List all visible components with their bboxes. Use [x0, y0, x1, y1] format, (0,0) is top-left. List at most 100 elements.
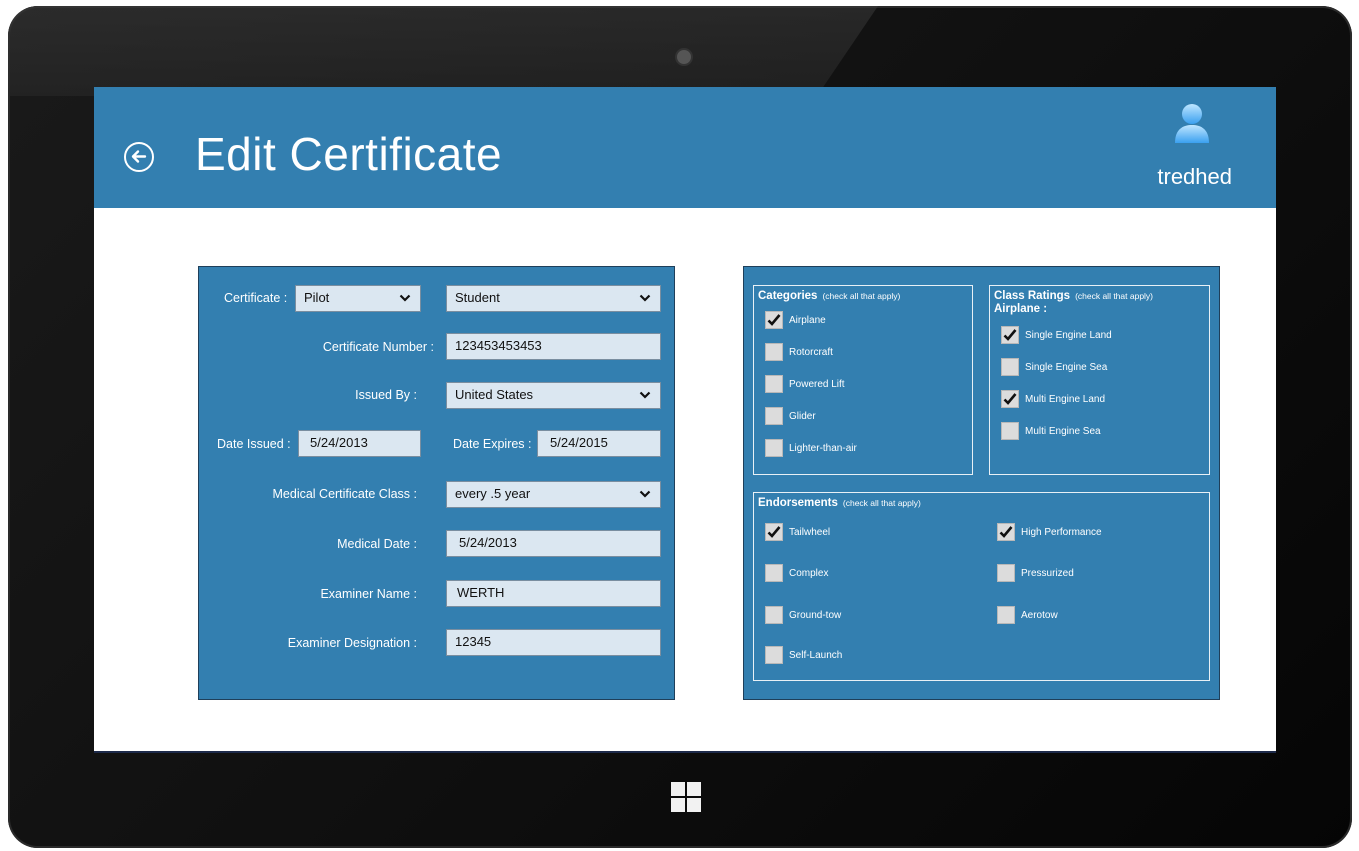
- medical-class-value: every .5 year: [455, 486, 531, 501]
- back-button[interactable]: [124, 142, 154, 172]
- checkbox-box[interactable]: [765, 523, 783, 541]
- checkbox-glider[interactable]: Glider: [765, 407, 816, 425]
- class-ratings-subtitle: Airplane :: [994, 303, 1048, 315]
- endorsements-hint: (check all that apply): [842, 498, 921, 508]
- checkbox-box[interactable]: [997, 564, 1015, 582]
- checkbox-label: Ground-tow: [789, 609, 842, 621]
- certificate-label: Certificate :: [224, 291, 288, 305]
- checkbox-box[interactable]: [1001, 390, 1019, 408]
- checkmark-icon: [1003, 329, 1017, 341]
- class-ratings-title-text: Class Ratings: [994, 290, 1071, 302]
- certificate-level-select[interactable]: Student: [446, 285, 661, 312]
- checkbox-box[interactable]: [997, 523, 1015, 541]
- screen-bottom-edge: [94, 751, 1276, 753]
- checkbox-label: Glider: [789, 410, 816, 422]
- endorsements-title-text: Endorsements: [758, 497, 838, 509]
- checkbox-airplane[interactable]: Airplane: [765, 311, 826, 329]
- back-arrow-icon: [131, 150, 147, 163]
- checkbox-label: Single Engine Land: [1025, 329, 1112, 341]
- checkbox-box[interactable]: [765, 407, 783, 425]
- checkbox-high-performance[interactable]: High Performance: [997, 523, 1102, 541]
- header-bar: Edit Certificate tredhed: [94, 87, 1276, 208]
- certificate-number-input[interactable]: 123453453453: [446, 333, 661, 360]
- certificate-form-panel: Certificate : Pilot Student Certificate …: [198, 266, 675, 700]
- class-ratings-title: Class Ratings (check all that apply): [994, 290, 1153, 302]
- checkbox-aerotow[interactable]: Aerotow: [997, 606, 1058, 624]
- checkmark-icon: [999, 526, 1013, 538]
- checkbox-pressurized[interactable]: Pressurized: [997, 564, 1074, 582]
- endorsements-group: Endorsements (check all that apply) Tailw…: [753, 492, 1210, 681]
- medical-class-select[interactable]: every .5 year: [446, 481, 661, 508]
- date-expires-label: Date Expires :: [453, 437, 532, 451]
- user-avatar-icon[interactable]: [1174, 103, 1210, 145]
- checkbox-box[interactable]: [997, 606, 1015, 624]
- class-ratings-group: Class Ratings (check all that apply) Airp…: [989, 285, 1210, 475]
- checkbox-single-engine-sea[interactable]: Single Engine Sea: [1001, 358, 1107, 376]
- issued-by-select[interactable]: United States: [446, 382, 661, 409]
- categories-title: Categories (check all that apply): [758, 290, 900, 302]
- checkbox-rotorcraft[interactable]: Rotorcraft: [765, 343, 833, 361]
- tablet-device: Edit Certificate tredhed Certificate : P…: [8, 6, 1352, 848]
- chevron-down-icon: [399, 294, 411, 302]
- checkbox-label: Airplane: [789, 314, 826, 326]
- issued-by-value: United States: [455, 387, 534, 402]
- checkbox-multi-engine-land[interactable]: Multi Engine Land: [1001, 390, 1105, 408]
- checkbox-complex[interactable]: Complex: [765, 564, 828, 582]
- checkbox-box[interactable]: [765, 375, 783, 393]
- checkbox-tailwheel[interactable]: Tailwheel: [765, 523, 830, 541]
- class-ratings-hint: (check all that apply): [1075, 291, 1154, 301]
- checkbox-label: Self-Launch: [789, 649, 843, 661]
- checkbox-label: Pressurized: [1021, 567, 1074, 579]
- certificate-type-value: Pilot: [304, 290, 330, 305]
- checkbox-box[interactable]: [765, 606, 783, 624]
- certificate-type-select[interactable]: Pilot: [295, 285, 421, 312]
- checkbox-box[interactable]: [765, 439, 783, 457]
- checkbox-box[interactable]: [1001, 358, 1019, 376]
- examiner-name-label: Examiner Name :: [320, 587, 417, 601]
- categories-hint: (check all that apply): [822, 291, 901, 301]
- checkbox-ground-tow[interactable]: Ground-tow: [765, 606, 841, 624]
- endorsements-title: Endorsements (check all that apply): [758, 497, 921, 509]
- checkbox-self-launch[interactable]: Self-Launch: [765, 646, 842, 664]
- checkmark-icon: [767, 314, 781, 326]
- categories-title-text: Categories: [758, 290, 818, 302]
- bezel-reflection: [8, 6, 878, 96]
- checkmark-icon: [1003, 393, 1017, 405]
- checkbox-single-engine-land[interactable]: Single Engine Land: [1001, 326, 1112, 344]
- checkbox-multi-engine-sea[interactable]: Multi Engine Sea: [1001, 422, 1101, 440]
- medical-date-input[interactable]: 5/24/2013: [446, 530, 661, 557]
- checkbox-label: Lighter-than-air: [789, 442, 857, 454]
- username-label[interactable]: tredhed: [1157, 164, 1232, 190]
- checkbox-box[interactable]: [1001, 422, 1019, 440]
- checkbox-lighter-than-air[interactable]: Lighter-than-air: [765, 439, 857, 457]
- issued-by-label: Issued By :: [355, 388, 417, 402]
- checkbox-label: Aerotow: [1021, 609, 1058, 621]
- checkbox-box[interactable]: [1001, 326, 1019, 344]
- chevron-down-icon: [639, 490, 651, 498]
- windows-logo-icon[interactable]: [671, 782, 701, 812]
- app-screen: Edit Certificate tredhed Certificate : P…: [94, 87, 1276, 753]
- examiner-designation-input[interactable]: 12345: [446, 629, 661, 656]
- checkbox-label: Multi Engine Land: [1025, 393, 1106, 405]
- checkbox-box[interactable]: [765, 311, 783, 329]
- certificate-level-value: Student: [455, 290, 500, 305]
- chevron-down-icon: [639, 294, 651, 302]
- checkbox-box[interactable]: [765, 343, 783, 361]
- date-issued-label: Date Issued :: [217, 437, 291, 451]
- checkbox-box[interactable]: [765, 646, 783, 664]
- categories-group: Categories (check all that apply) Airplan…: [753, 285, 973, 475]
- checkbox-label: Complex: [789, 567, 829, 579]
- checkbox-powered-lift[interactable]: Powered Lift: [765, 375, 845, 393]
- page-title: Edit Certificate: [195, 128, 503, 180]
- medical-date-label: Medical Date :: [337, 537, 417, 551]
- checkbox-label: Tailwheel: [789, 526, 831, 538]
- checkbox-box[interactable]: [765, 564, 783, 582]
- examiner-name-input[interactable]: WERTH: [446, 580, 661, 607]
- ratings-panel: Categories (check all that apply) Airplan…: [743, 266, 1220, 700]
- examiner-designation-label: Examiner Designation :: [287, 636, 417, 650]
- camera-icon: [677, 50, 691, 64]
- medical-class-label: Medical Certificate Class :: [272, 487, 418, 501]
- date-issued-input[interactable]: 5/24/2013: [298, 430, 421, 457]
- date-expires-input[interactable]: 5/24/2015: [537, 430, 661, 457]
- checkbox-label: Powered Lift: [789, 378, 845, 390]
